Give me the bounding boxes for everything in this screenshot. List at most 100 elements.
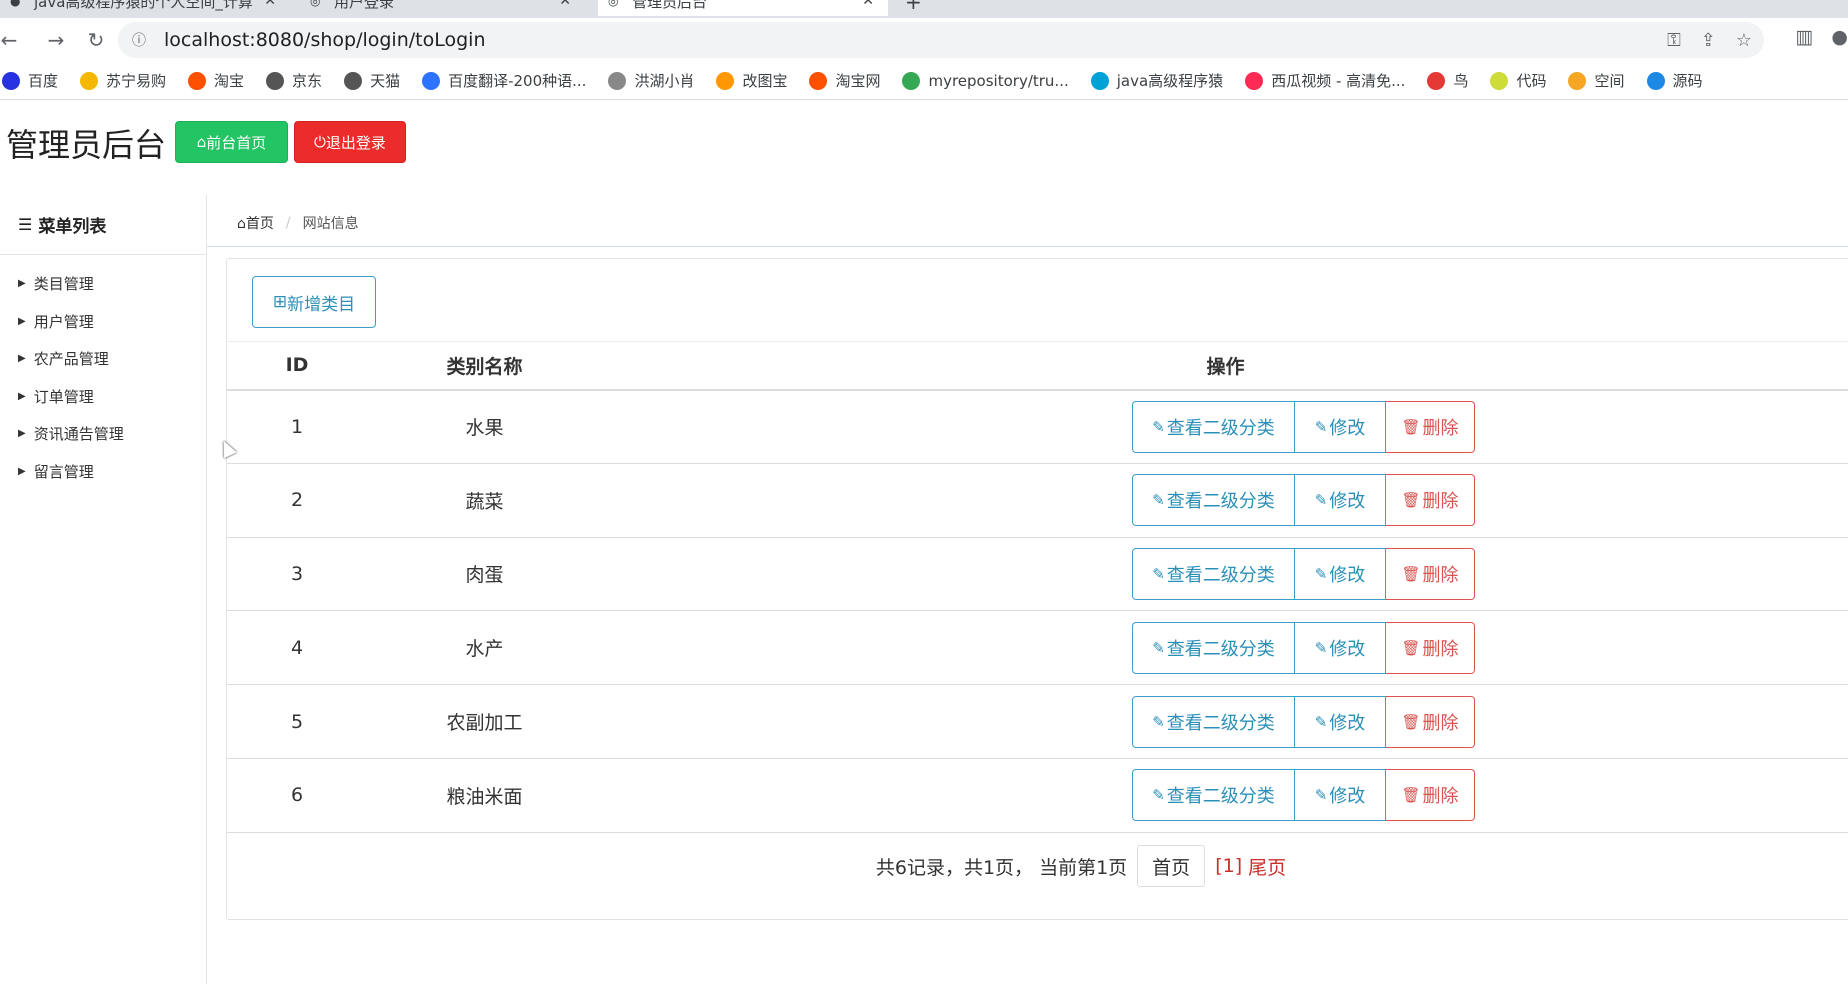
first-page-button[interactable]: 首页: [1137, 845, 1206, 887]
bookmark-item[interactable]: 天猫: [344, 70, 400, 91]
power-icon: ⏻: [314, 133, 326, 151]
key-icon[interactable]: ⚿: [1667, 30, 1681, 51]
menu-title: ☰ 菜单列表: [0, 195, 206, 255]
edit-label: 修改: [1329, 712, 1366, 734]
edit-icon: ✎: [1314, 638, 1328, 657]
bookmark-favicon-icon: [716, 71, 735, 90]
trash-icon: 🗑: [1401, 491, 1421, 510]
delete-button[interactable]: 🗑 删除: [1386, 400, 1475, 453]
edit-button[interactable]: ✎ 修改: [1295, 695, 1386, 748]
bookmark-item[interactable]: 百度: [2, 70, 58, 91]
cell-name: 蔬菜: [367, 463, 602, 538]
address-url[interactable]: localhost:8080/shop/login/toLogin: [164, 29, 486, 51]
view-subcategory-button[interactable]: ✎ 查看二级分类: [1132, 621, 1295, 674]
breadcrumb-home[interactable]: ⌂首页: [237, 213, 274, 233]
bookmark-item[interactable]: myrepository/tru...: [902, 71, 1069, 90]
browser-tab-3[interactable]: ◎ 管理员后台 ✕: [598, 0, 888, 16]
edit-button[interactable]: ✎ 修改: [1295, 769, 1386, 822]
edit-button[interactable]: ✎ 修改: [1295, 547, 1386, 600]
bookmark-item[interactable]: 代码: [1490, 70, 1546, 91]
delete-button[interactable]: 🗑 删除: [1386, 621, 1475, 674]
edit-button[interactable]: ✎ 修改: [1295, 474, 1386, 527]
bookmark-label: 西瓜视频 - 高清免...: [1271, 72, 1406, 90]
share-icon[interactable]: ⇪: [1701, 30, 1716, 51]
bookmark-favicon-icon: [1427, 71, 1446, 90]
edit-button[interactable]: ✎ 修改: [1295, 400, 1386, 453]
edit-icon: ✎: [1152, 417, 1165, 436]
side-panel-icon[interactable]: ▥: [1795, 26, 1813, 48]
delete-button[interactable]: 🗑 删除: [1386, 474, 1475, 527]
edit-icon: ✎: [1152, 491, 1165, 510]
sidebar-item-users[interactable]: ▶ 用户管理: [0, 303, 206, 341]
tab-close-icon[interactable]: ✕: [862, 0, 874, 9]
bookmark-item[interactable]: 洪湖小肖: [608, 70, 694, 91]
edit-icon: ✎: [1152, 712, 1165, 731]
delete-label: 删除: [1422, 564, 1459, 586]
sidebar-item-label: 类目管理: [33, 275, 94, 294]
page-title: 管理员后台: [6, 126, 167, 164]
tab-favicon-icon: ◎: [608, 0, 619, 8]
table-header-row: ID 类别名称 操作: [227, 341, 1848, 391]
profile-icon[interactable]: ●: [1831, 26, 1848, 48]
plus-square-icon: ⊞: [272, 292, 288, 312]
bookmark-item[interactable]: 鸟: [1427, 70, 1468, 91]
sidebar-item-label: 订单管理: [33, 387, 94, 406]
edit-label: 修改: [1329, 564, 1366, 586]
bookmark-label: 空间: [1594, 72, 1625, 90]
star-icon[interactable]: ☆: [1736, 30, 1752, 51]
new-tab-icon[interactable]: +: [905, 0, 922, 14]
sidebar-item-orders[interactable]: ▶ 订单管理: [0, 378, 206, 416]
current-page-link[interactable]: [1]: [1215, 855, 1242, 877]
reload-icon[interactable]: ↻: [76, 28, 116, 52]
bookmark-item[interactable]: 百度翻译-200种语...: [422, 70, 586, 91]
sidebar-item-products[interactable]: ▶ 农产品管理: [0, 340, 206, 378]
view-subcategory-label: 查看二级分类: [1166, 417, 1275, 439]
edit-label: 修改: [1329, 786, 1366, 808]
tab-close-icon[interactable]: ✕: [559, 0, 571, 9]
row-actions: ✎ 查看二级分类 ✎ 修改 🗑 删除: [1132, 695, 1475, 748]
address-bar[interactable]: ⓘ localhost:8080/shop/login/toLogin ⚿ ⇪ …: [118, 22, 1764, 58]
last-page-link[interactable]: 尾页: [1248, 853, 1286, 880]
view-subcategory-button[interactable]: ✎ 查看二级分类: [1132, 400, 1295, 453]
delete-button[interactable]: 🗑 删除: [1386, 769, 1475, 822]
home-button[interactable]: ⌂ 前台首页: [175, 121, 288, 163]
edit-icon: ✎: [1152, 786, 1165, 805]
bookmark-item[interactable]: 改图宝: [716, 70, 787, 91]
view-subcategory-button[interactable]: ✎ 查看二级分类: [1132, 695, 1295, 748]
browser-tab-label: 管理员后台: [632, 0, 708, 11]
bookmark-item[interactable]: 源码: [1646, 70, 1703, 91]
site-info-icon[interactable]: ⓘ: [132, 30, 156, 50]
logout-button[interactable]: ⏻ 退出登录: [294, 121, 406, 163]
row-actions: ✎ 查看二级分类 ✎ 修改 🗑 删除: [1132, 474, 1475, 527]
bookmark-item[interactable]: 空间: [1568, 70, 1625, 91]
trash-icon: 🗑: [1401, 564, 1421, 583]
sidebar-item-news[interactable]: ▶ 资讯通告管理: [0, 415, 206, 453]
view-subcategory-button[interactable]: ✎ 查看二级分类: [1132, 769, 1295, 822]
forward-icon[interactable]: →: [36, 28, 76, 52]
add-category-button[interactable]: ⊞ 新增类目: [252, 276, 376, 328]
delete-label: 删除: [1422, 786, 1459, 808]
browser-tab-label: 用户登录: [334, 0, 395, 11]
bookmark-favicon-icon: [1090, 71, 1109, 90]
bookmark-item[interactable]: 淘宝网: [809, 70, 880, 91]
delete-button[interactable]: 🗑 删除: [1386, 695, 1475, 748]
bookmark-item[interactable]: 西瓜视频 - 高清免...: [1245, 70, 1405, 91]
bookmark-favicon-icon: [902, 71, 921, 90]
bookmark-item[interactable]: 苏宁易购: [80, 70, 166, 91]
browser-tab-2[interactable]: ◎ 用户登录 ✕: [300, 0, 585, 16]
tab-close-icon[interactable]: ✕: [264, 0, 276, 9]
bookmark-favicon-icon: [809, 71, 828, 90]
sidebar-item-messages[interactable]: ▶ 留言管理: [0, 453, 206, 491]
bookmark-favicon-icon: [344, 71, 363, 90]
browser-tab-1[interactable]: ● java高级程序猿的个人空间_计算 ✕: [0, 0, 290, 16]
delete-label: 删除: [1422, 712, 1459, 734]
bookmark-item[interactable]: java高级程序猿: [1090, 70, 1223, 91]
bookmark-item[interactable]: 淘宝: [188, 70, 244, 91]
view-subcategory-button[interactable]: ✎ 查看二级分类: [1132, 474, 1295, 527]
edit-button[interactable]: ✎ 修改: [1295, 621, 1386, 674]
delete-button[interactable]: 🗑 删除: [1386, 547, 1475, 600]
view-subcategory-button[interactable]: ✎ 查看二级分类: [1132, 547, 1295, 600]
sidebar-item-category[interactable]: ▶ 类目管理: [0, 265, 206, 303]
back-icon[interactable]: ←: [0, 28, 18, 52]
bookmark-item[interactable]: 京东: [266, 70, 322, 91]
